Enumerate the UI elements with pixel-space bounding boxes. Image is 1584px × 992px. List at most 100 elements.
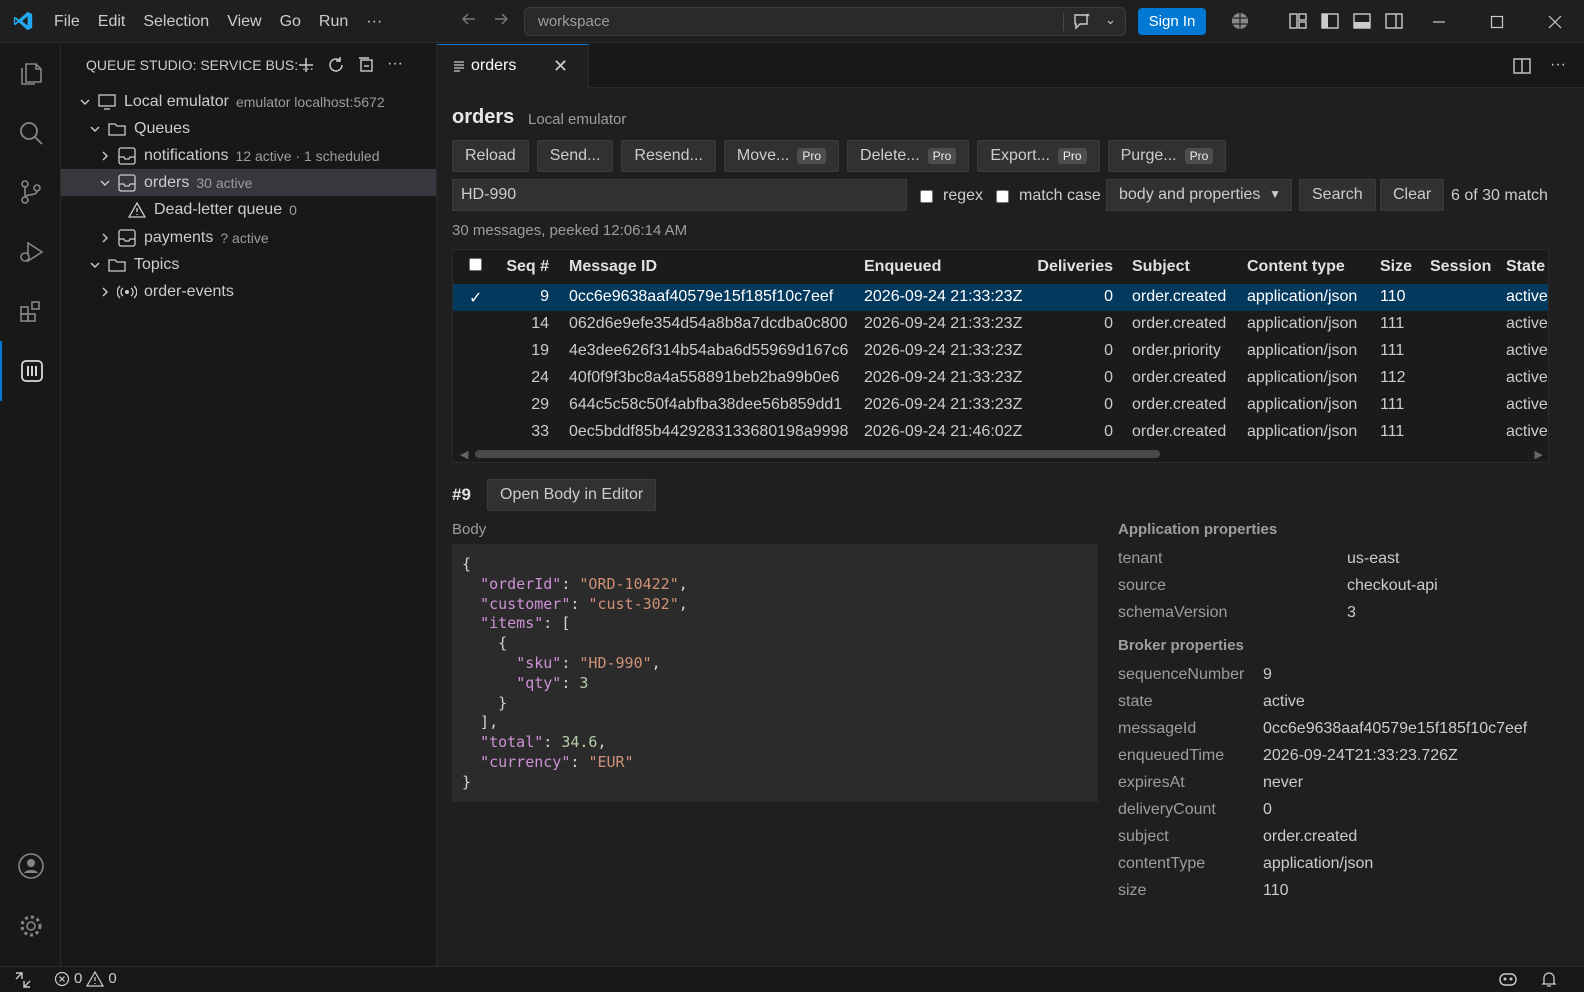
delete-button[interactable]: Delete... Pro — [847, 140, 970, 172]
chevron-down-icon[interactable]: ⌄ — [1105, 12, 1116, 28]
source-control-icon[interactable] — [0, 162, 61, 222]
menu-run[interactable]: Run — [310, 13, 357, 31]
settings-gear-icon[interactable] — [0, 896, 61, 956]
sign-in-button[interactable]: Sign In — [1138, 8, 1206, 35]
tree-item-notifications[interactable]: notifications 12 active · 1 scheduled — [61, 142, 436, 169]
col-deliveries[interactable]: Deliveries — [1028, 258, 1113, 276]
regex-option[interactable]: regex — [920, 187, 983, 205]
tree-item-orders[interactable]: orders 30 active — [61, 169, 436, 196]
table-row[interactable]: 33 0ec5bddf85b4429283133680198a9998 2026-0… — [453, 419, 1548, 446]
explorer-icon[interactable] — [0, 44, 61, 104]
col-message-id[interactable]: Message ID — [569, 258, 657, 276]
run-debug-icon[interactable] — [0, 222, 61, 282]
purge-button[interactable]: Purge... Pro — [1107, 140, 1227, 172]
copilot-icon[interactable] — [1498, 970, 1518, 988]
close-tab-icon[interactable]: ✕ — [553, 56, 568, 77]
add-icon[interactable] — [297, 56, 315, 74]
cell-size: 112 — [1380, 369, 1406, 386]
tree-item-topics[interactable]: Topics — [61, 251, 436, 278]
search-scope-select[interactable]: body and properties ▼ — [1106, 179, 1292, 211]
split-editor-icon[interactable] — [1512, 56, 1532, 76]
col-subject[interactable]: Subject — [1132, 258, 1190, 276]
app-properties-heading: Application properties — [1118, 521, 1278, 538]
horizontal-scrollbar[interactable]: ◀ ▶ — [453, 446, 1548, 462]
extensions-icon[interactable] — [0, 281, 61, 341]
toggle-secondary-sidebar-icon[interactable] — [1384, 11, 1404, 31]
delete-label: Delete... — [860, 147, 920, 164]
scrollbar-thumb[interactable] — [475, 450, 1160, 458]
table-row[interactable]: 29 644c5c58c50f4abfba38dee56b859dd1 2026-0… — [453, 392, 1548, 419]
pro-badge: Pro — [927, 148, 957, 164]
row-checked-icon[interactable]: ✓ — [469, 288, 482, 308]
queue-studio-icon[interactable] — [0, 341, 61, 401]
reload-button[interactable]: Reload — [452, 140, 529, 172]
move-button[interactable]: Move... Pro — [723, 140, 840, 172]
select-all-checkbox[interactable] — [469, 258, 482, 276]
resend-button[interactable]: Resend... — [621, 140, 716, 172]
tree-item-payments[interactable]: payments ? active — [61, 224, 436, 251]
col-enqueued[interactable]: Enqueued — [864, 258, 941, 276]
col-size[interactable]: Size — [1380, 258, 1412, 276]
tab-orders[interactable]: orders ✕ — [437, 44, 589, 88]
property-key: subject — [1118, 828, 1169, 845]
search-icon[interactable] — [0, 103, 61, 163]
collapse-all-icon[interactable] — [357, 56, 375, 74]
customize-layout-icon[interactable] — [1288, 11, 1308, 31]
close-window-icon[interactable] — [1526, 0, 1584, 43]
tree-item-order-events[interactable]: order-events — [61, 278, 436, 305]
send-button[interactable]: Send... — [536, 140, 614, 172]
export-button[interactable]: Export... Pro — [977, 140, 1100, 172]
regex-checkbox[interactable] — [920, 189, 933, 203]
accounts-globe-icon[interactable] — [1230, 11, 1250, 31]
remote-icon[interactable] — [14, 971, 32, 989]
table-row[interactable]: 19 4e3dee626f314b54aba6d55969d167c6 2026-0… — [453, 338, 1548, 365]
notifications-bell-icon[interactable] — [1540, 970, 1558, 988]
property-value: 0cc6e9638aaf40579e15f185f10c7eef — [1263, 720, 1528, 737]
menu-file[interactable]: File — [45, 13, 89, 31]
col-content-type[interactable]: Content type — [1247, 258, 1345, 276]
cell-ct: application/json — [1247, 288, 1358, 305]
col-seq[interactable]: Seq # — [493, 258, 549, 276]
tree-item-local-emulator[interactable]: Local emulator emulator localhost:5672 — [61, 88, 436, 115]
maximize-icon[interactable] — [1468, 0, 1526, 43]
scroll-left-icon[interactable]: ◀ — [460, 448, 468, 461]
search-button[interactable]: Search — [1299, 179, 1376, 211]
account-icon[interactable] — [0, 836, 61, 896]
tree-item-queues[interactable]: Queues — [61, 115, 436, 142]
message-body[interactable]: { "orderId": "ORD-10422", "customer": "c… — [452, 544, 1098, 802]
cell-id: 644c5c58c50f4abfba38dee56b859dd1 — [569, 396, 843, 413]
resend-label: Resend... — [634, 147, 703, 164]
minimize-icon[interactable] — [1410, 0, 1468, 43]
more-actions-icon[interactable]: ··· — [387, 56, 403, 74]
table-row[interactable]: ✓ 9 0cc6e9638aaf40579e15f185f10c7eef 2026-0… — [453, 284, 1548, 311]
menu-view[interactable]: View — [218, 13, 270, 31]
menu-selection[interactable]: Selection — [134, 13, 218, 31]
tree-item-dead-letter-queue[interactable]: Dead-letter queue 0 — [61, 196, 436, 223]
match-case-option[interactable]: match case — [996, 187, 1101, 205]
refresh-icon[interactable] — [327, 56, 345, 74]
command-center[interactable]: workspace ⌄ — [524, 7, 1126, 36]
clear-button[interactable]: Clear — [1380, 179, 1445, 211]
code-line: "customer": "cust-302", — [462, 595, 1088, 615]
toggle-primary-sidebar-icon[interactable] — [1320, 11, 1340, 31]
open-body-button[interactable]: Open Body in Editor — [487, 479, 657, 511]
match-case-checkbox[interactable] — [996, 189, 1009, 203]
copilot-chat-icon[interactable] — [1071, 11, 1093, 33]
scroll-right-icon[interactable]: ▶ — [1535, 448, 1543, 461]
problems-indicator[interactable]: 0 0 — [54, 970, 117, 987]
search-input[interactable]: HD-990 — [452, 179, 907, 211]
toggle-panel-icon[interactable] — [1352, 11, 1372, 31]
table-row[interactable]: 14 062d6e9efe354d54a8b8a7dcdba0c800 2026-0… — [453, 311, 1548, 338]
menu-go[interactable]: Go — [271, 13, 310, 31]
col-session[interactable]: Session — [1430, 258, 1491, 276]
menu-more[interactable]: ··· — [357, 13, 391, 31]
back-arrow-icon[interactable] — [460, 10, 478, 28]
page-subtitle: Local emulator — [528, 111, 627, 128]
menu-edit[interactable]: Edit — [89, 13, 135, 31]
editor-more-icon[interactable]: ··· — [1550, 56, 1566, 76]
col-state[interactable]: State — [1506, 258, 1545, 276]
forward-arrow-icon[interactable] — [492, 10, 510, 28]
table-row[interactable]: 24 40f0f9f3bc8a4a558891beb2ba99b0e6 2026-0… — [453, 365, 1548, 392]
tree-label: Queues — [134, 119, 191, 137]
